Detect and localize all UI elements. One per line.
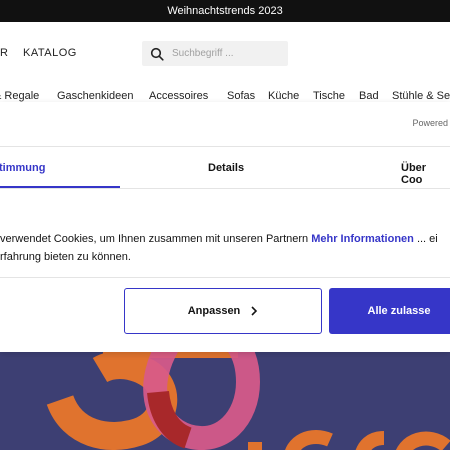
- nav-link-katalog[interactable]: KATALOG: [23, 47, 77, 59]
- anniversary-graphic: [46, 352, 450, 450]
- customize-button[interactable]: Anpassen: [124, 288, 322, 334]
- category-item[interactable]: Stühle & Se: [392, 90, 450, 102]
- hero-banner: [0, 352, 450, 450]
- customize-button-label: Anpassen: [187, 305, 241, 317]
- tab-details[interactable]: Details: [208, 162, 244, 174]
- chevron-right-icon: [251, 306, 258, 316]
- consent-description: verwendet Cookies, um Ihnen zusammen mit…: [0, 230, 450, 266]
- tab-about-cookies[interactable]: Über Coo: [401, 162, 450, 186]
- category-item[interactable]: Gaschenkideen: [57, 90, 133, 102]
- category-nav: & Regale Gaschenkideen Accessoires Sofas…: [0, 88, 450, 102]
- search-icon[interactable]: [150, 47, 164, 61]
- divider: [0, 146, 450, 147]
- consent-text-part: ... ei: [413, 233, 438, 245]
- category-item[interactable]: Accessoires: [149, 90, 208, 102]
- promo-bar[interactable]: Weihnachtstrends 2023: [0, 0, 450, 22]
- allow-all-button-label: Alle zulasse: [367, 305, 431, 317]
- divider: [0, 188, 450, 189]
- category-item[interactable]: Sofas: [227, 90, 255, 102]
- search-input[interactable]: [172, 48, 282, 59]
- tab-consent[interactable]: timmung: [0, 162, 45, 174]
- search-box[interactable]: [142, 41, 288, 66]
- divider: [0, 277, 450, 278]
- category-item[interactable]: Tische: [313, 90, 345, 102]
- promo-text[interactable]: Weihnachtstrends 2023: [167, 5, 282, 17]
- consent-text-part: verwendet Cookies, um Ihnen zusammen mit…: [0, 233, 312, 245]
- category-item[interactable]: Küche: [268, 90, 299, 102]
- nav-link-partial[interactable]: R: [0, 47, 8, 59]
- category-item[interactable]: & Regale: [0, 90, 39, 102]
- category-item[interactable]: Bad: [359, 90, 379, 102]
- more-info-link[interactable]: Mehr Informationen: [311, 233, 414, 245]
- site-header: R KATALOG: [0, 22, 450, 82]
- powered-by-label: Powered: [412, 118, 448, 128]
- consent-text-line: rfahrung bieten zu können.: [0, 251, 131, 263]
- cookie-consent-dialog: Powered timmung Details Über Coo verwend…: [0, 102, 450, 352]
- allow-all-button[interactable]: Alle zulasse: [329, 288, 450, 334]
